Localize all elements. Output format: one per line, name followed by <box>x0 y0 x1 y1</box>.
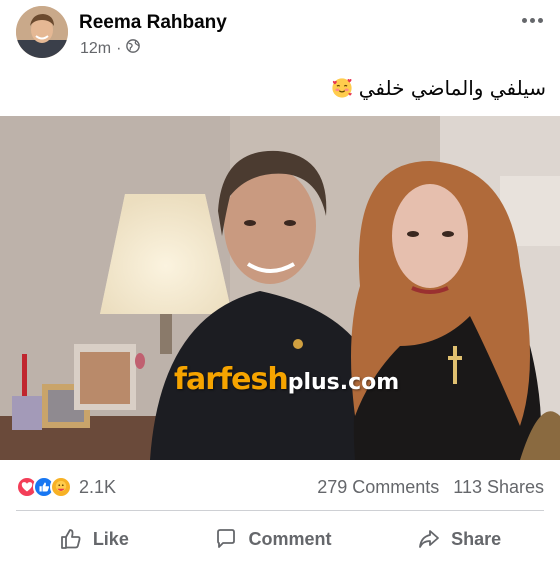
smiling-face-with-hearts-icon <box>332 78 352 98</box>
caption-text: سيلفي والماضي خلفي <box>358 76 546 100</box>
action-bar: Like Comment Share <box>16 518 544 560</box>
watermark: farfeshplus.com <box>174 362 399 397</box>
share-arrow-icon <box>419 530 440 548</box>
meta-separator: · <box>116 39 122 57</box>
comment-label: Comment <box>248 528 332 549</box>
post-photo[interactable]: farfeshplus.com <box>0 116 560 460</box>
share-button[interactable]: Share <box>405 521 513 557</box>
comment-icon <box>217 529 236 548</box>
engagement-stats: 279 Comments 113 Shares <box>317 477 544 498</box>
globe-icon[interactable] <box>126 39 141 58</box>
comments-count[interactable]: 279 Comments <box>317 477 439 498</box>
divider <box>16 510 544 511</box>
care-reaction-icon <box>50 476 72 498</box>
avatar[interactable] <box>16 6 68 58</box>
like-button[interactable]: Like <box>47 521 141 557</box>
selfie-photo <box>0 116 560 460</box>
reaction-count: 2.1K <box>79 476 117 497</box>
author-name[interactable]: Reema Rahbany <box>79 12 227 34</box>
share-label: Share <box>451 528 502 549</box>
watermark-brand: farfesh <box>174 362 289 397</box>
reactions-summary[interactable]: 2.1K <box>16 476 116 498</box>
like-label: Like <box>92 528 129 549</box>
post-meta: 12m · <box>80 39 141 58</box>
post-header: Reema Rahbany 12m · <box>0 0 560 70</box>
watermark-suffix: plus.com <box>287 370 400 395</box>
comment-button[interactable]: Comment <box>202 521 343 557</box>
post-caption: سيلفي والماضي خلفي <box>331 76 546 100</box>
thumbs-up-icon <box>60 529 81 549</box>
shares-count[interactable]: 113 Shares <box>453 477 544 498</box>
post-time[interactable]: 12m <box>80 40 111 58</box>
more-options-icon[interactable] <box>518 10 546 30</box>
